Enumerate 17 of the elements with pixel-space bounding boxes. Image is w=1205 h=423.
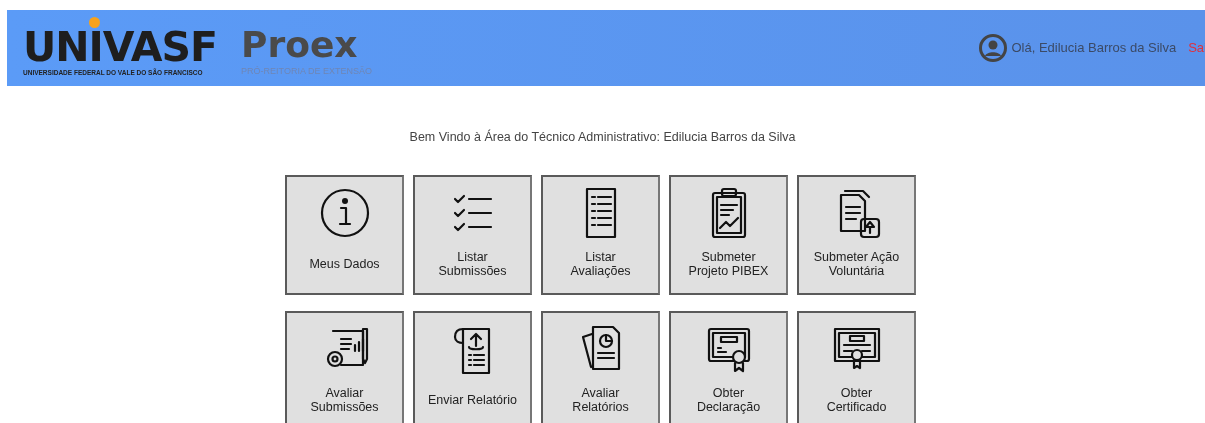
menu-tile[interactable]: Submeter Ação Voluntária	[797, 174, 916, 295]
menu-tile[interactable]: Listar Submissões	[413, 174, 532, 295]
user-avatar-icon	[979, 34, 1008, 62]
logo-wordmark: UNIVASF	[23, 26, 218, 67]
menu-tile[interactable]: Listar Avaliações	[541, 174, 660, 295]
menu-tile[interactable]: Obter Declaração	[669, 310, 788, 423]
menu-tile[interactable]: Obter Certificado	[797, 310, 916, 423]
welcome-text: Bem Vindo à Área do Técnico Administrativo: Edilucia Barros da Silva	[408, 128, 797, 146]
logo-wordmark: Proex	[241, 25, 359, 66]
menu-tile[interactable]: Meus Dados	[285, 174, 404, 295]
menu-tile[interactable]: Avaliar Submissões	[285, 310, 404, 423]
greeting-text: Olá, Edilucia Barros da Silva	[1011, 39, 1177, 58]
menu-tile[interactable]: Avaliar Relatórios	[541, 310, 660, 423]
dot-icon	[89, 16, 100, 28]
menu-tile[interactable]: Enviar Relatório	[413, 310, 532, 423]
logo-subtitle: PRÓ-REITORIA DE EXTENSÃO	[241, 65, 372, 79]
menu-tile[interactable]: Submeter Projeto PIBEX	[669, 174, 788, 295]
